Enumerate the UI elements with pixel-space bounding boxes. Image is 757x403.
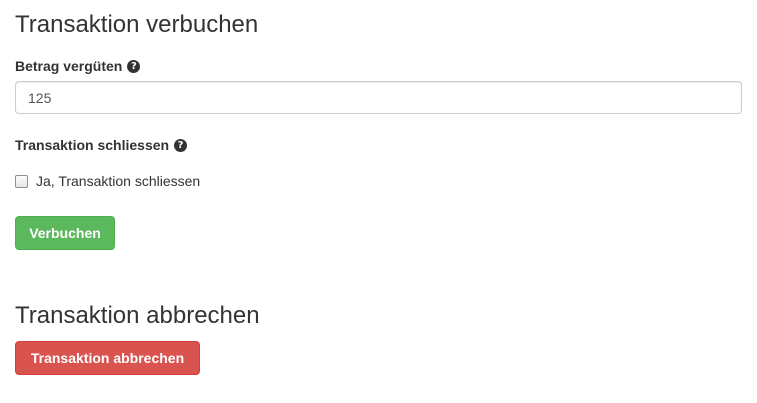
- close-transaction-checkbox-row[interactable]: Ja, Transaktion schliessen: [15, 172, 200, 190]
- amount-label: Betrag vergüten: [15, 58, 123, 74]
- cancel-transaction-button[interactable]: Transaktion abbrechen: [15, 341, 200, 375]
- book-button[interactable]: Verbuchen: [15, 216, 115, 250]
- close-transaction-label-row: Transaktion schliessen ?: [15, 136, 188, 154]
- close-transaction-label: Transaktion schliessen: [15, 137, 170, 153]
- transaction-page: Transaktion verbuchen Betrag vergüten ? …: [0, 0, 757, 403]
- close-transaction-checkbox-label[interactable]: Ja, Transaktion schliessen: [36, 173, 200, 189]
- question-circle-icon[interactable]: ?: [127, 59, 141, 73]
- book-transaction-title: Transaktion verbuchen: [15, 11, 259, 38]
- close-transaction-checkbox[interactable]: [15, 174, 28, 188]
- amount-input[interactable]: [15, 81, 742, 114]
- cancel-transaction-title: Transaktion abbrechen: [15, 302, 260, 329]
- question-circle-icon[interactable]: ?: [174, 138, 188, 152]
- amount-label-row: Betrag vergüten ?: [15, 57, 141, 75]
